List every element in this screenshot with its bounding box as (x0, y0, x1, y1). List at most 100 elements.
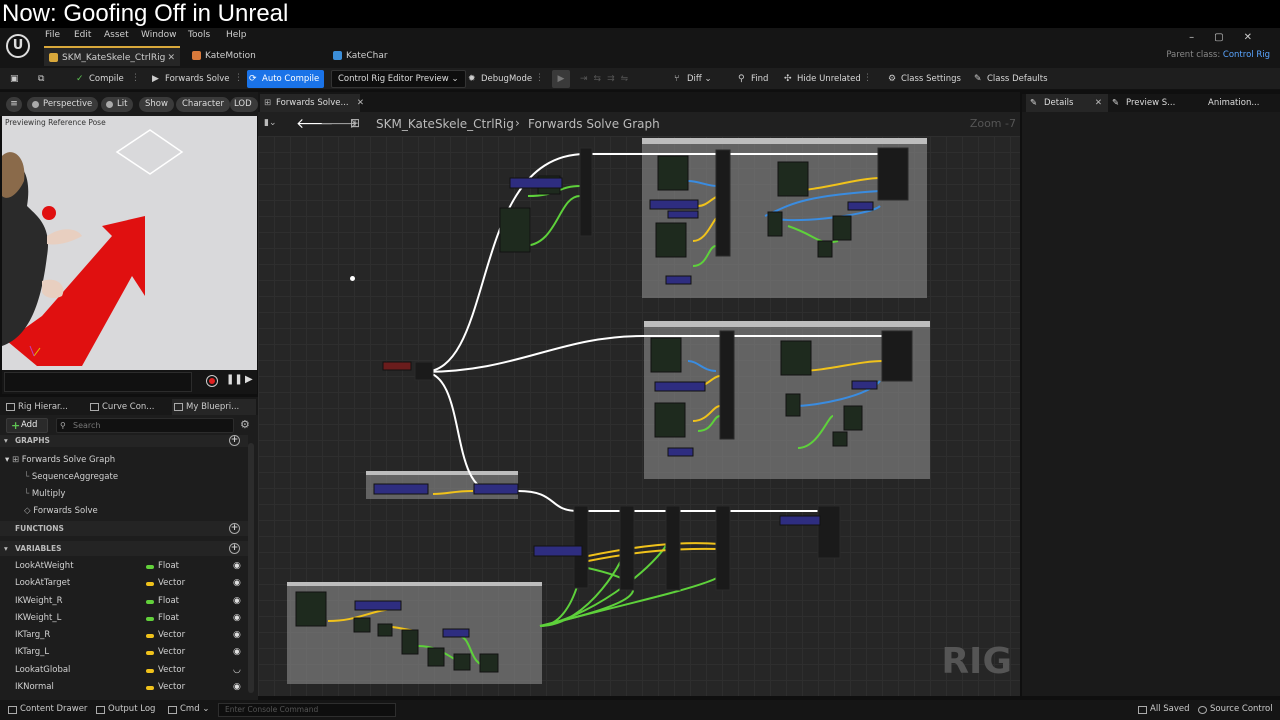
variable-type[interactable]: Vector (146, 662, 185, 679)
show-button[interactable]: Show (139, 97, 174, 112)
tab-skm-kateskele-ctrlrig[interactable]: SKM_KateSkele_CtrlRig ✕ (44, 46, 180, 66)
eye-icon[interactable]: ◉ (233, 593, 241, 610)
diff-button[interactable]: ⑂ Diff ⌄ (672, 70, 712, 88)
menu-asset[interactable]: Asset (104, 30, 129, 40)
variable-row[interactable]: IKWeight_R Float ◉ (0, 593, 248, 610)
graph-child-multiply[interactable]: └ Multiply (24, 489, 65, 499)
variable-row[interactable]: LookAtWeight Float ◉ (0, 558, 248, 575)
variable-type[interactable]: Vector (146, 679, 185, 696)
variable-row[interactable]: IKTarg_R Vector ◉ (0, 627, 248, 644)
play-disabled-button[interactable]: ▶ (552, 70, 570, 88)
parent-class-link[interactable]: Control Rig (1223, 50, 1270, 60)
save-button[interactable]: ▣ (8, 70, 26, 88)
tab-preview-scene[interactable]: ✎ Preview S... (1110, 94, 1200, 112)
output-log-button[interactable]: Output Log (94, 704, 155, 714)
preview-mode-dropdown[interactable]: Control Rig Editor Preview ⌄ (331, 70, 466, 88)
record-button[interactable] (206, 375, 218, 387)
eye-icon[interactable]: ◉ (233, 558, 241, 575)
variable-row[interactable]: IKWeight_L Float ◉ (0, 610, 248, 627)
gear-icon[interactable]: ⚙ (240, 418, 250, 431)
tab-katechar[interactable]: KateChar (328, 46, 458, 66)
source-control-button[interactable]: Source Control (1196, 704, 1273, 714)
variable-type[interactable]: Vector (146, 644, 185, 661)
tab-forwards-solve-graph[interactable]: ⊞ Forwards Solve... ✕ (260, 94, 364, 112)
auto-compile-toggle[interactable]: ⟳ Auto Compile (247, 70, 325, 88)
lit-button[interactable]: Lit (101, 97, 134, 112)
perspective-button[interactable]: Perspective (27, 97, 99, 112)
menu-tools[interactable]: Tools (188, 30, 210, 40)
menu-file[interactable]: File (45, 30, 60, 40)
menu-edit[interactable]: Edit (74, 30, 91, 40)
add-graph-icon[interactable]: + (229, 435, 240, 446)
variable-type[interactable]: Vector (146, 627, 185, 644)
tab-details[interactable]: ✎ Details ✕ (1026, 94, 1108, 112)
eye-icon[interactable]: ◉ (233, 610, 241, 627)
more-options-icon[interactable]: ⋮ (863, 73, 872, 85)
tab-curve-container[interactable]: Curve Con... (88, 399, 168, 415)
solve-options-icon[interactable]: ⋮ (234, 73, 243, 85)
variable-type[interactable]: Vector (146, 575, 185, 592)
step-forward-icon[interactable]: ▶ (245, 374, 253, 385)
eye-icon[interactable]: ◉ (233, 575, 241, 592)
graph-canvas[interactable]: RIG (258, 136, 1020, 696)
hamburger-icon[interactable]: ≡ (6, 97, 22, 112)
scrollbar[interactable] (248, 443, 254, 693)
menu-window[interactable]: Window (141, 30, 177, 40)
tab-rig-hierarchy[interactable]: Rig Hierar... (4, 399, 84, 415)
variable-row[interactable]: LookatGlobal Vector ◡ (0, 662, 248, 679)
variable-type[interactable]: Float (146, 610, 179, 627)
close-icon[interactable]: ✕ (1095, 94, 1102, 112)
all-saved-button[interactable]: All Saved (1136, 704, 1190, 714)
hide-unrelated-button[interactable]: ✣ Hide Unrelated (782, 70, 861, 88)
find-button[interactable]: ⚲ Find (736, 70, 768, 88)
class-defaults-button[interactable]: ✎ Class Defaults (972, 70, 1048, 88)
window-controls[interactable]: –▢✕ (1189, 32, 1272, 43)
graph-forwards-solve-graph[interactable]: ▾ ⊞ Forwards Solve Graph (5, 455, 115, 465)
search-input[interactable]: ⚲ Search (56, 418, 234, 433)
variable-row[interactable]: IKNormal Vector ◉ (0, 679, 248, 696)
variable-row[interactable]: IKTarg_L Vector ◉ (0, 644, 248, 661)
bookmark-icon[interactable]: ▮⌄ (264, 118, 277, 128)
unreal-logo-icon[interactable]: U (6, 34, 30, 58)
variables-section-header[interactable]: ▾ VARIABLES + (0, 541, 248, 556)
eye-closed-icon[interactable]: ◡ (233, 662, 241, 679)
add-button[interactable]: + Add (6, 418, 48, 433)
content-drawer-button[interactable]: Content Drawer (6, 704, 87, 714)
variable-type[interactable]: Float (146, 558, 179, 575)
character-button[interactable]: Character (176, 97, 230, 112)
close-icon[interactable]: ✕ (357, 94, 364, 112)
preview-viewport[interactable]: Previewing Reference Pose (2, 116, 257, 370)
forwards-solve-button[interactable]: ▶ Forwards Solve (150, 70, 230, 88)
debug-options-icon[interactable]: ⋮ (535, 73, 544, 85)
console-input[interactable]: Enter Console Command (218, 703, 396, 717)
class-settings-button[interactable]: ⚙ Class Settings (886, 70, 961, 88)
graph-child-sequenceaggregate[interactable]: └ SequenceAggregate (24, 472, 118, 482)
graph-tab-bar: ⊞ Forwards Solve... ✕ (258, 92, 1020, 112)
menu-help[interactable]: Help (226, 30, 247, 40)
add-variable-icon[interactable]: + (229, 543, 240, 554)
variable-row[interactable]: LookAtTarget Vector ◉ (0, 575, 248, 592)
functions-section-header[interactable]: FUNCTIONS + (0, 521, 248, 536)
tab-animation[interactable]: Animation... (1208, 94, 1278, 112)
pause-icon[interactable]: ❚❚ (226, 374, 243, 385)
close-icon[interactable]: ✕ (167, 48, 175, 68)
lod-button[interactable]: LOD (230, 97, 258, 112)
cmd-dropdown[interactable]: Cmd ⌄ (166, 704, 209, 714)
variable-type[interactable]: Float (146, 593, 179, 610)
eye-icon[interactable]: ◉ (233, 679, 241, 696)
auto-compile-label: Auto Compile (262, 74, 320, 84)
browse-button[interactable]: ⧉ (36, 70, 54, 88)
timeline-bar[interactable] (4, 372, 192, 392)
eye-icon[interactable]: ◉ (233, 644, 241, 661)
breadcrumb-root[interactable]: SKM_KateSkele_CtrlRig (376, 117, 514, 131)
tab-my-blueprint[interactable]: My Bluepri... (172, 399, 256, 415)
eye-icon[interactable]: ◉ (233, 627, 241, 644)
debug-mode-button[interactable]: ✹ DebugMode (466, 70, 532, 88)
compile-options-icon[interactable]: ⋮ (131, 73, 140, 85)
compile-button[interactable]: ✓ Compile (74, 70, 124, 88)
graph-child-forwards-solve[interactable]: ◇ Forwards Solve (24, 506, 98, 516)
add-function-icon[interactable]: + (229, 523, 240, 534)
play-icon: ▶ (152, 74, 159, 84)
tab-katemotion[interactable]: KateMotion (187, 46, 317, 66)
graphs-section-header[interactable]: ▾ GRAPHS + (0, 435, 248, 447)
